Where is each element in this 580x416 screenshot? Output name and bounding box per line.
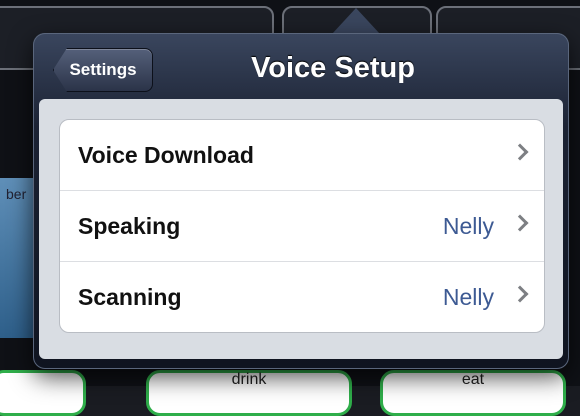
chevron-right-icon <box>511 285 529 303</box>
row-value: Nelly <box>442 283 494 310</box>
chevron-right-icon <box>511 143 529 161</box>
popover-arrow <box>332 8 380 34</box>
background-side-label: ber <box>6 186 27 202</box>
row-label: Scanning <box>78 283 182 310</box>
voice-setup-popover: Settings Voice Setup Voice Download Spea… <box>33 33 569 369</box>
popover-title-text: Voice Setup <box>251 52 415 84</box>
row-scanning[interactable]: Scanning Nelly <box>60 262 544 332</box>
settings-table: Voice Download Speaking Nelly Scanning N… <box>59 119 545 333</box>
background-bottom-tile[interactable] <box>0 370 86 416</box>
settings-back-button[interactable]: Settings <box>53 48 153 92</box>
row-speaking[interactable]: Speaking Nelly <box>60 191 544 262</box>
row-label: Speaking <box>78 212 181 239</box>
background-bottom-tile-eat[interactable]: eat <box>380 370 566 416</box>
back-button-label: Settings <box>69 60 137 79</box>
background-bottom-tile-drink[interactable]: drink <box>146 370 352 416</box>
row-label: Voice Download <box>78 141 254 168</box>
chevron-right-icon <box>511 214 529 232</box>
row-voice-download[interactable]: Voice Download <box>60 120 544 191</box>
settings-table-card: Voice Download Speaking Nelly Scanning N… <box>39 99 563 359</box>
row-value: Nelly <box>442 212 494 239</box>
